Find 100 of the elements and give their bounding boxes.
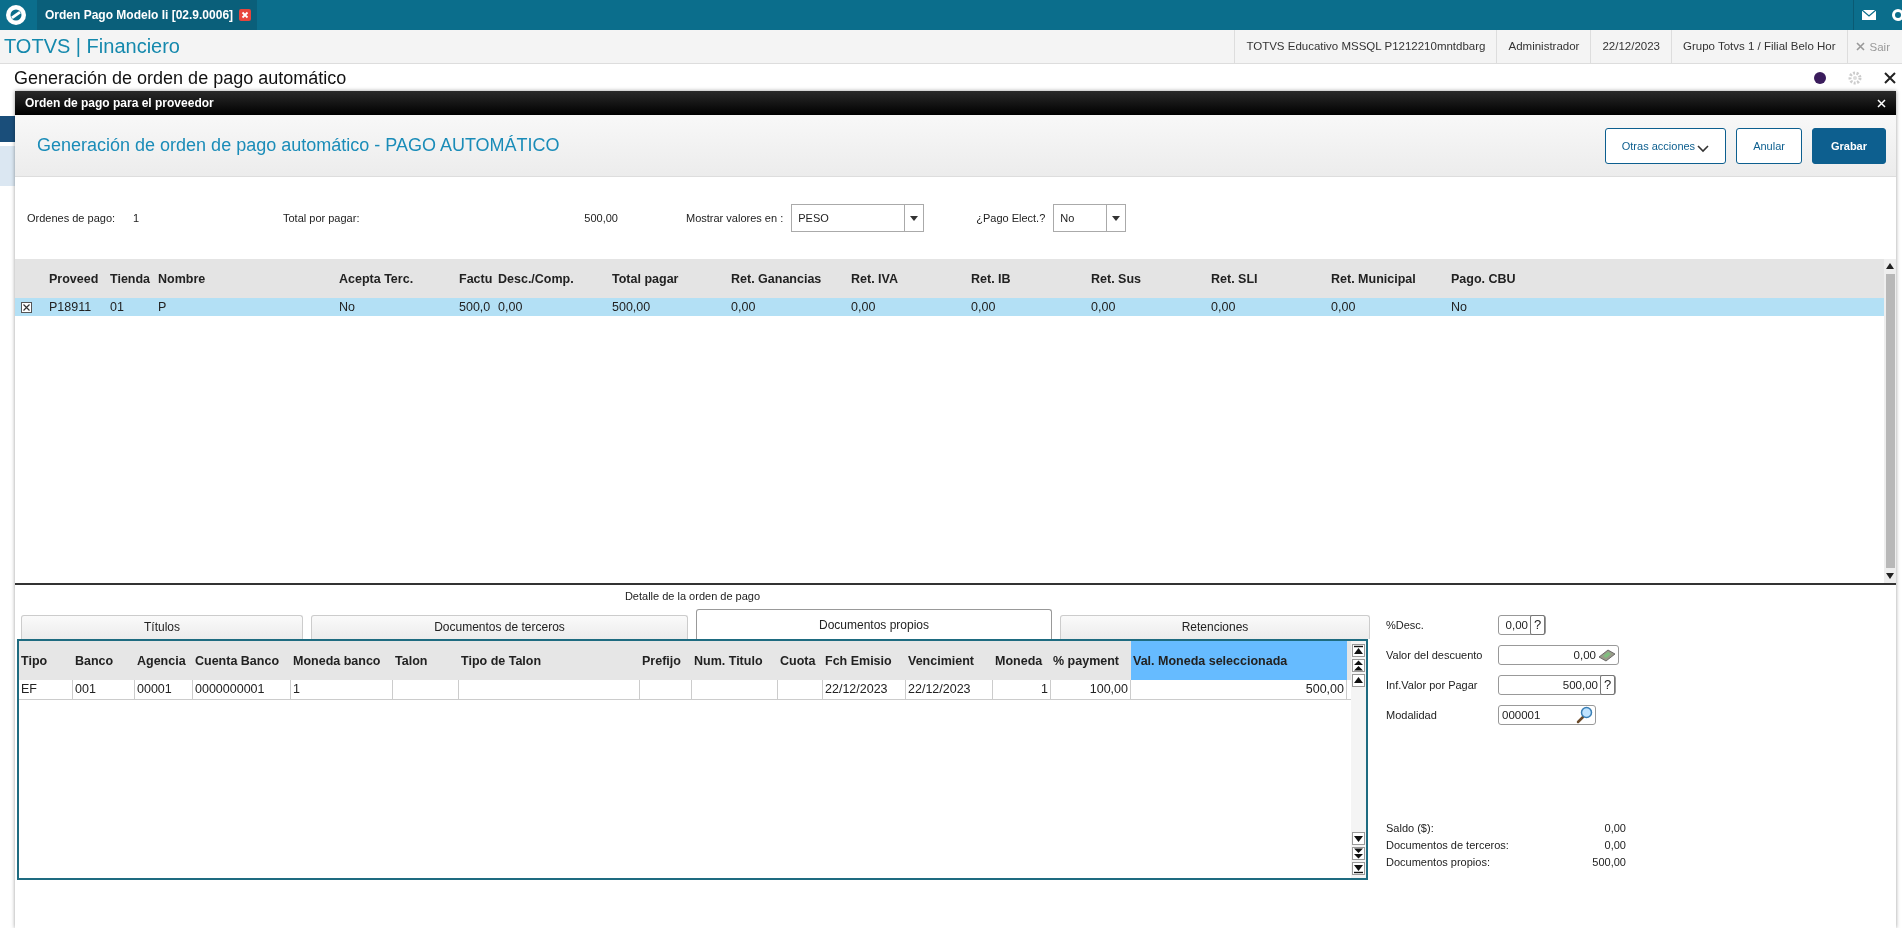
actions-menu-button[interactable]: Otras acciones [1604, 127, 1727, 164]
input-field[interactable]: 0,00 ? [1498, 615, 1546, 635]
checkbox[interactable] [21, 301, 32, 313]
column-header[interactable]: Cuota [778, 641, 823, 680]
column-header[interactable]: Total pagar [612, 271, 731, 286]
tab[interactable]: Documentos de terceros [311, 615, 688, 639]
table-cell: EF [19, 680, 73, 699]
dropdown-select[interactable]: PESO [791, 204, 925, 232]
table-cell-text: P [158, 300, 168, 314]
table-cell-text: 0,00 [731, 300, 757, 314]
close-icon[interactable] [1884, 72, 1896, 84]
search-icon[interactable] [1575, 706, 1593, 724]
column-header[interactable]: Num. Titulo [692, 641, 778, 680]
scroll-down-icon[interactable] [1885, 571, 1895, 581]
table-cell: 001 [73, 680, 135, 699]
table-cell: 22/12/2023 [823, 680, 906, 699]
field-label: Modalidad [1386, 709, 1438, 721]
column-header[interactable]: Fch Emisio [823, 641, 906, 680]
save-button[interactable]: Grabar [1811, 127, 1886, 164]
column-header[interactable]: Agencia [135, 641, 193, 680]
scrollbar[interactable] [1884, 259, 1896, 583]
mail-icon [1862, 10, 1876, 20]
table-cell: 22/12/2023 [906, 680, 993, 699]
page-title: Generación de orden de pago automático [14, 67, 347, 89]
scroll-down-icon[interactable] [1352, 832, 1365, 845]
table-cell: 00001 [135, 680, 193, 699]
scroll-up-icon[interactable] [1885, 261, 1895, 271]
column-header[interactable]: Vencimient [906, 641, 993, 680]
column-header[interactable]: Ret. SLI [1211, 271, 1331, 286]
table-cell-text: No [1451, 300, 1468, 314]
header-info: 22/12/2023 [1590, 30, 1671, 63]
input-field[interactable]: 500,00 ? [1498, 675, 1616, 695]
column-header[interactable]: Cuenta Banco [193, 641, 291, 680]
column-header[interactable]: Desc./Comp. [498, 271, 612, 286]
column-header[interactable]: Banco [73, 641, 135, 680]
field-label: Valor del descuento [1386, 649, 1484, 661]
table-cell-text: 01 [110, 300, 125, 314]
table-cell-text: 0,00 [851, 300, 877, 314]
table-row[interactable]: P18911 01 P No 500,0 0,00 500,00 0,00 0,00 0,00 0,00 0,00 0,00 No [15, 298, 1884, 316]
table-cell-text: P18911 [49, 300, 93, 314]
total-label: Documentos de terceros: [1386, 839, 1510, 851]
section-title: Detalle de la orden de pago [623, 589, 762, 604]
column-header[interactable]: Ret. Municipal [1331, 271, 1451, 286]
table-cell-text: 0,00 [498, 300, 524, 314]
column-header[interactable]: Ret. IB [971, 271, 1091, 286]
table-cell: 100,00 [1051, 680, 1131, 699]
column-header[interactable]: Val. Moneda seleccionada [1131, 641, 1347, 680]
close-icon[interactable] [239, 9, 252, 21]
table-cell: 0000000001 [193, 680, 291, 699]
total-label: Saldo ($): [1386, 822, 1435, 834]
tab[interactable]: Retenciones [1060, 615, 1370, 639]
table-cell: 1 [993, 680, 1051, 699]
scroll-thumb[interactable] [1885, 274, 1895, 568]
column-header[interactable]: Acepta Terc. [339, 271, 459, 286]
help-button[interactable]: ? [1530, 615, 1545, 635]
side-panel [0, 146, 15, 186]
column-header[interactable]: Prefijo [640, 641, 692, 680]
column-header[interactable]: Factu [459, 271, 498, 286]
column-header[interactable]: % payment [1051, 641, 1131, 680]
total-value: 500,00 [1591, 856, 1626, 868]
field-label: %Desc. [1386, 619, 1425, 631]
column-header[interactable]: Tienda [110, 271, 158, 286]
input-field[interactable]: 0,00 [1498, 645, 1619, 665]
summary-value: 500,00 [583, 212, 618, 224]
column-header[interactable]: Tipo [19, 641, 73, 680]
column-header[interactable]: Ret. IVA [851, 271, 971, 286]
page-up-icon[interactable] [1352, 659, 1365, 672]
column-header[interactable]: Moneda [993, 641, 1051, 680]
tab[interactable]: Títulos [21, 615, 303, 639]
scroll-top-icon[interactable] [1352, 644, 1365, 657]
column-header[interactable]: Proveed [49, 271, 110, 286]
header-info: Grupo Totvs 1 / Filial Belo Hor [1671, 30, 1847, 63]
column-header[interactable]: Ret. Sus [1091, 271, 1211, 286]
column-header[interactable]: Talon [393, 641, 459, 680]
table-cell-text: 500,00 [612, 300, 652, 314]
column-header[interactable]: Pago. CBU [1451, 271, 1601, 286]
summary-value: 1 [133, 212, 141, 224]
help-button[interactable]: ? [1600, 675, 1615, 695]
summary-label: Total por pagar: [283, 212, 361, 224]
app-tab[interactable]: Orden Pago Modelo Ii [02.9.0006] [37, 0, 258, 30]
cancel-button[interactable]: Anular [1736, 127, 1802, 164]
total-value: 0,00 [1603, 839, 1626, 851]
column-header[interactable]: Ret. Ganancias [731, 271, 851, 286]
chevron-down-icon [1697, 144, 1710, 153]
status-dot-icon [1814, 72, 1826, 84]
brand-title: TOTVS | Financiero [3, 35, 180, 58]
input-field[interactable]: 000001 [1498, 705, 1596, 725]
scroll-up-icon[interactable] [1352, 674, 1365, 687]
column-header[interactable]: Tipo de Talon [459, 641, 640, 680]
column-header[interactable]: Nombre [158, 271, 339, 286]
close-icon [1855, 42, 1865, 51]
table-cell-text: 500,0 [459, 300, 492, 314]
dropdown-select[interactable]: No [1053, 204, 1127, 232]
page-down-icon[interactable] [1352, 847, 1365, 860]
tab[interactable]: Documentos propios [696, 609, 1052, 639]
total-value: 0,00 [1603, 822, 1626, 834]
column-header[interactable]: Moneda banco [291, 641, 393, 680]
scroll-bottom-icon[interactable] [1352, 862, 1365, 875]
table-cell-text: 0,00 [1331, 300, 1357, 314]
header-info: Administrador [1496, 30, 1591, 63]
